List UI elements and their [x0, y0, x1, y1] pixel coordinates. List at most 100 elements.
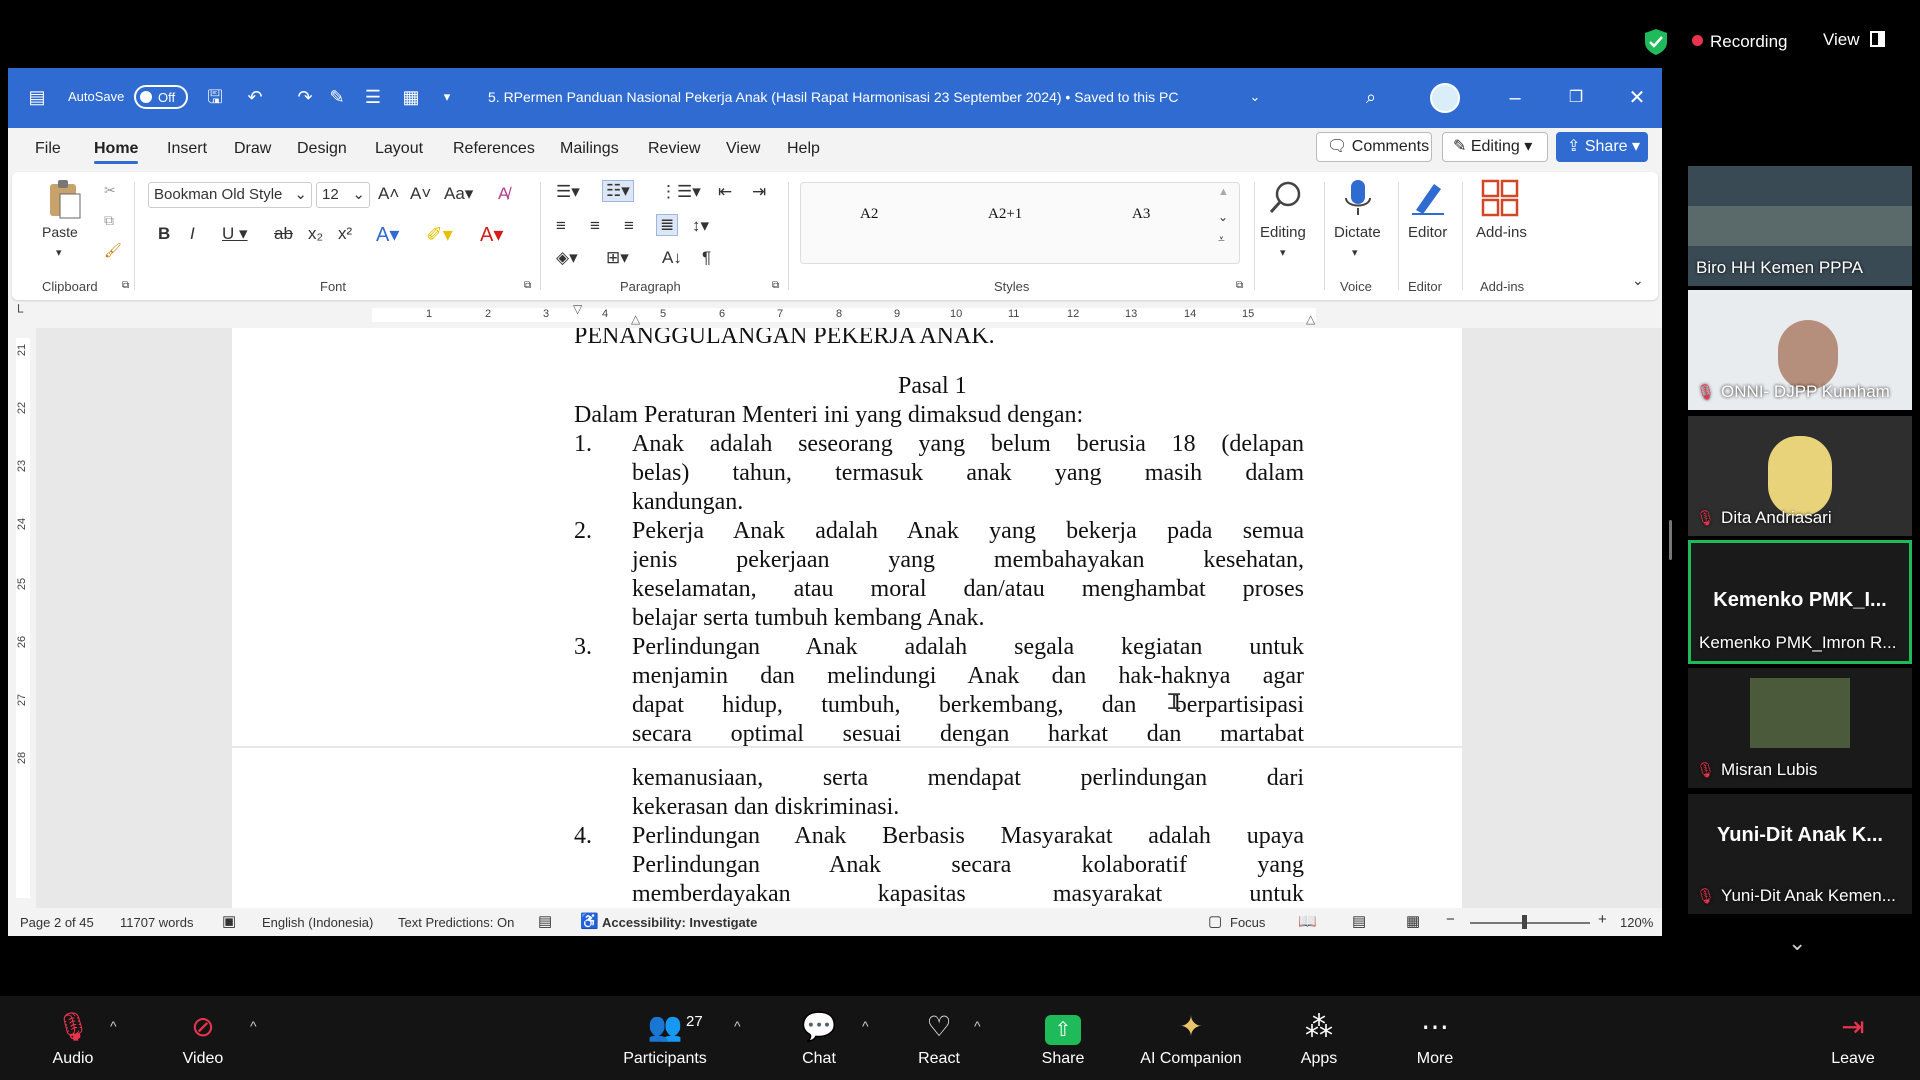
line-spacing-icon[interactable]: ↕▾ — [692, 216, 709, 236]
copy-icon[interactable]: ⧉ — [104, 212, 114, 229]
addins-label[interactable]: Add-ins — [1476, 224, 1527, 241]
clipboard-launcher-icon[interactable]: ⧉ — [122, 280, 129, 291]
macro-icon[interactable]: ▤ — [538, 912, 552, 930]
menu-insert[interactable]: Insert — [167, 140, 207, 158]
focus-button[interactable]: Focus — [1230, 915, 1265, 930]
styles-scroll-down-icon[interactable]: ⌄ — [1218, 210, 1228, 224]
right-indent-marker-icon[interactable]: △ — [1306, 312, 1315, 326]
cut-icon[interactable]: ✂ — [104, 182, 116, 199]
more-button[interactable]: ⋯ More — [1380, 1010, 1490, 1068]
list-item-line[interactable]: Perlindungan Anak adalah segala kegiatan… — [632, 633, 1304, 662]
word-count[interactable]: 11707 words — [120, 915, 193, 930]
editor-icon[interactable] — [1408, 178, 1448, 218]
zoom-out-icon[interactable]: − — [1446, 911, 1455, 928]
dictate-label[interactable]: Dictate — [1334, 224, 1381, 241]
chat-caret-icon[interactable]: ^ — [862, 1018, 869, 1034]
highlight-color-icon[interactable]: ✐▾ — [426, 222, 453, 247]
proofing-icon[interactable]: ▣ — [222, 912, 236, 930]
share-screen-button[interactable]: ⇧ Share — [1008, 1010, 1118, 1068]
list-item-line[interactable]: Perlindungan Anak secara kolaboratif yan… — [632, 851, 1304, 880]
microphone-icon[interactable] — [1338, 178, 1378, 218]
styles-more-icon[interactable]: ⩡ — [1218, 232, 1225, 247]
apps-button[interactable]: ⁂ Apps — [1264, 1010, 1374, 1068]
numbering-icon[interactable]: ☷▾ — [602, 180, 634, 202]
vertical-ruler[interactable]: 21 22 23 24 25 26 27 28 — [8, 328, 36, 908]
style-a3[interactable]: A3 — [1132, 206, 1150, 223]
paste-chevron-icon[interactable]: ▾ — [56, 246, 62, 259]
text-effects-icon[interactable]: A▾ — [376, 222, 399, 247]
sort-icon[interactable]: A↓ — [662, 248, 682, 268]
strikethrough-icon[interactable]: ab — [274, 224, 293, 244]
comments-button[interactable]: 🗨 Comments — [1316, 132, 1432, 162]
font-launcher-icon[interactable]: ⧉ — [524, 280, 531, 291]
increase-indent-icon[interactable]: ⇥ — [752, 182, 766, 202]
scroll-down-chevron-icon[interactable]: ⌄ — [1788, 930, 1806, 956]
pasal-heading[interactable]: Pasal 1 — [898, 372, 967, 401]
decrease-indent-icon[interactable]: ⇤ — [718, 182, 732, 202]
subscript-icon[interactable]: x₂ — [308, 224, 323, 244]
participant-tile[interactable]: Yuni-Dit Anak K... 🎙 Yuni-Dit Anak Kemen.… — [1688, 794, 1912, 914]
close-icon[interactable]: ✕ — [1622, 84, 1652, 112]
underline-icon[interactable]: U ▾ — [222, 224, 248, 244]
grow-font-icon[interactable]: A˄ — [378, 184, 399, 204]
style-a2[interactable]: A2 — [860, 206, 878, 223]
list-item-line[interactable]: kandungan. — [632, 488, 743, 517]
styles-scroll-up-icon[interactable]: ▲ — [1218, 186, 1229, 198]
recording-label[interactable]: Recording — [1710, 32, 1788, 52]
minimize-icon[interactable]: – — [1500, 84, 1530, 112]
user-avatar[interactable] — [1430, 83, 1460, 113]
find-icon[interactable] — [1266, 178, 1306, 218]
participants-caret-icon[interactable]: ^ — [734, 1018, 741, 1034]
menu-review[interactable]: Review — [648, 140, 700, 158]
list-icon[interactable]: ☰ — [362, 86, 384, 108]
list-item-line[interactable]: belas) tahun, termasuk anak yang masih d… — [632, 459, 1304, 488]
section-heading[interactable]: PENANGGULANGAN PEKERJA ANAK. — [574, 328, 995, 351]
font-color-icon[interactable]: A▾ — [480, 222, 503, 247]
bold-icon[interactable]: B — [158, 224, 170, 244]
page-count[interactable]: Page 2 of 45 — [20, 915, 94, 930]
security-shield-icon[interactable] — [1643, 28, 1669, 56]
shrink-font-icon[interactable]: A˅ — [410, 184, 431, 204]
list-item-line[interactable]: kemanusiaan, serta mendapat perlindungan… — [632, 764, 1304, 793]
list-item-line[interactable]: keselamatan, atau moral dan/atau mengham… — [632, 575, 1304, 604]
font-name-select[interactable]: Bookman Old Style ⌄ — [148, 182, 312, 208]
bullets-icon[interactable]: ☰▾ — [556, 182, 580, 202]
editing-mode-button[interactable]: ✎ Editing ▾ — [1442, 132, 1548, 162]
view-button[interactable]: View — [1823, 30, 1860, 50]
list-item-line[interactable]: jenis pekerjaan yang membahayakan keseha… — [632, 546, 1304, 575]
list-item-line[interactable]: kekerasan dan diskriminasi. — [632, 793, 899, 822]
audio-options-caret-icon[interactable]: ^ — [110, 1018, 117, 1034]
show-formatting-marks-icon[interactable]: ¶ — [702, 248, 711, 268]
multilevel-list-icon[interactable]: ⋮☰▾ — [660, 182, 701, 202]
horizontal-ruler[interactable]: └ 1 2 3 4 5 6 7 8 9 10 11 12 13 14 15 ▽ … — [8, 302, 1662, 328]
collapse-ribbon-icon[interactable]: ⌄ — [1632, 272, 1644, 289]
align-right-icon[interactable]: ≡ — [624, 216, 634, 236]
change-case-icon[interactable]: Aa▾ — [444, 184, 473, 204]
editing-label[interactable]: Editing — [1260, 224, 1306, 241]
first-line-indent-marker-icon[interactable]: ▽ — [573, 302, 582, 316]
list-item-line[interactable]: memberdayakan kapasitas masyarakat untuk — [632, 880, 1304, 908]
menu-draw[interactable]: Draw — [234, 140, 271, 158]
zoom-slider-thumb[interactable] — [1522, 915, 1527, 929]
autosave-toggle[interactable]: Off — [134, 85, 188, 109]
list-item-line[interactable]: Perlindungan Anak Berbasis Masyarakat ad… — [632, 822, 1304, 851]
tab-selector-icon[interactable]: └ — [14, 304, 23, 319]
participant-tile-active-speaker[interactable]: Kemenko PMK_I... Kemenko PMK_Imron R... — [1688, 540, 1912, 664]
participant-tile[interactable]: 🎙 Dita Andriasari — [1688, 416, 1912, 536]
react-caret-icon[interactable]: ^ — [974, 1018, 981, 1034]
save-icon[interactable]: 🖫 — [204, 86, 226, 108]
align-left-icon[interactable]: ≡ — [556, 216, 566, 236]
borders-icon[interactable]: ⊞▾ — [606, 248, 629, 268]
language-status[interactable]: English (Indonesia) — [262, 915, 373, 930]
document-canvas[interactable]: PENANGGULANGAN PEKERJA ANAK. Pasal 1 Dal… — [36, 328, 1662, 908]
justify-icon[interactable]: ≣ — [656, 214, 679, 236]
italic-icon[interactable]: I — [190, 224, 195, 244]
list-item-line[interactable]: dapat hidup, tumbuh, berkembang, dan ber… — [632, 691, 1304, 720]
menu-design[interactable]: Design — [297, 140, 347, 158]
chat-button[interactable]: 💬 Chat — [764, 1010, 874, 1068]
shading-icon[interactable]: ◈▾ — [556, 248, 578, 268]
document-title[interactable]: 5. RPermen Panduan Nasional Pekerja Anak… — [488, 89, 1178, 105]
menu-view[interactable]: View — [726, 140, 760, 158]
dictate-chevron-icon[interactable]: ▾ — [1352, 246, 1358, 259]
menu-file[interactable]: File — [35, 140, 61, 158]
